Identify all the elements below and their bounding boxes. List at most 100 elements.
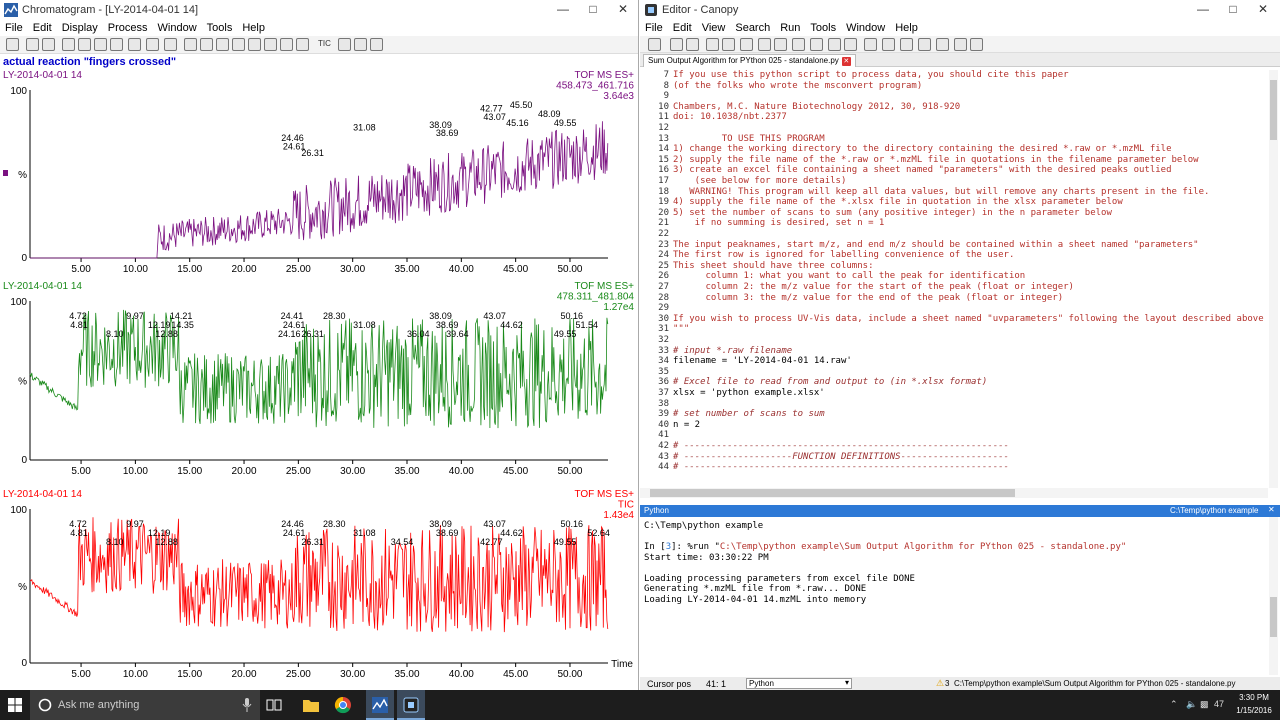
editor-tool-14-icon[interactable] (882, 38, 895, 51)
tray-network-icon[interactable]: ▩ (1200, 699, 1209, 710)
chromatogram-tool-8-icon[interactable] (128, 38, 141, 51)
chromatogram-tool-12-icon[interactable] (200, 38, 213, 51)
console-scrollbar[interactable] (1269, 517, 1278, 675)
x-tick-label: 50.00 (557, 264, 582, 275)
microphone-icon[interactable] (242, 698, 252, 712)
code-editor[interactable]: 7 If you use this python script to proces… (640, 68, 1268, 488)
line-number: 24 (658, 250, 669, 261)
editor-tool-16-icon[interactable] (918, 38, 931, 51)
chromatogram-tool-18-icon[interactable] (296, 38, 309, 51)
editor-tool-7-icon[interactable] (758, 38, 771, 51)
chromatogram-menu-edit[interactable]: Edit (28, 20, 57, 36)
editor-menu-help[interactable]: Help (890, 20, 923, 36)
maximize-button[interactable]: □ (578, 2, 608, 18)
editor-menu-file[interactable]: File (640, 20, 668, 36)
editor-tool-17-icon[interactable] (936, 38, 949, 51)
editor-tool-9-icon[interactable] (792, 38, 805, 51)
chromatogram-tool-14-icon[interactable] (232, 38, 245, 51)
tab-close-icon[interactable]: ✕ (841, 57, 851, 66)
editor-tool-19-icon[interactable] (970, 38, 983, 51)
editor-titlebar[interactable]: Editor - Canopy — □ ✕ (640, 0, 1280, 20)
cortana-search-box[interactable]: Ask me anything (30, 690, 260, 720)
chromatogram-tool-10-icon[interactable] (164, 38, 177, 51)
code-line: column 3: the m/z value for the end of t… (673, 292, 1064, 303)
chromatogram-titlebar[interactable]: Chromatogram - [LY-2014-04-01 14] — □ ✕ (0, 0, 638, 20)
editor-menu-run[interactable]: Run (775, 20, 805, 36)
file-explorer-icon[interactable] (302, 697, 320, 713)
editor-tool-2-icon[interactable] (670, 38, 683, 51)
editor-menu-window[interactable]: Window (841, 20, 890, 36)
chromatogram-tool-20-icon[interactable] (354, 38, 367, 51)
close-button[interactable]: ✕ (608, 2, 638, 18)
line-number: 41 (658, 430, 669, 441)
chromatogram-tool-15-icon[interactable] (248, 38, 261, 51)
chromatogram-tool-13-icon[interactable] (216, 38, 229, 51)
editor-tool-11-icon[interactable] (828, 38, 841, 51)
editor-tool-10-icon[interactable] (810, 38, 823, 51)
line-number: 33 (658, 345, 669, 356)
task-view-icon[interactable] (266, 698, 282, 712)
chromatogram-tool-4-icon[interactable] (62, 38, 75, 51)
peak-label: 26.31 (301, 537, 324, 547)
python-console[interactable]: C:\Temp\python example In [3]: %run "C:\T… (640, 517, 1268, 675)
editor-tool-1-icon[interactable] (648, 38, 661, 51)
language-select[interactable]: Python ▾ (746, 678, 852, 689)
chromatogram-tool-1-icon[interactable] (6, 38, 19, 51)
line-number: 10 (658, 101, 669, 112)
editor-menu-edit[interactable]: Edit (668, 20, 697, 36)
editor-tool-12-icon[interactable] (844, 38, 857, 51)
chromatogram-tool-2-icon[interactable] (26, 38, 39, 51)
chromatogram-tool-17-icon[interactable] (280, 38, 293, 51)
editor-tool-3-icon[interactable] (686, 38, 699, 51)
chromatogram-menu-display[interactable]: Display (57, 20, 103, 36)
chromatogram-tool-6-icon[interactable] (94, 38, 107, 51)
chromatogram-tool-11-icon[interactable] (184, 38, 197, 51)
chromatogram-menu-window[interactable]: Window (153, 20, 202, 36)
tray-volume-icon[interactable]: 🔈 (1186, 699, 1197, 710)
chart-panel-2: LY-2014-04-01 14 TOF MS ES+478.311_481.80… (3, 281, 634, 477)
editor-maximize-button[interactable]: □ (1218, 2, 1248, 18)
chromatogram-tool-7-icon[interactable] (110, 38, 123, 51)
chromatogram-menu-file[interactable]: File (0, 20, 28, 36)
clock-date[interactable]: 1/15/2016 (1234, 706, 1274, 715)
tray-number: 47 (1214, 699, 1225, 709)
taskbar-app-chromatogram[interactable] (366, 690, 394, 720)
minimize-button[interactable]: — (548, 2, 578, 18)
chromatogram-tool-19-icon[interactable] (338, 38, 351, 51)
chromatogram-tool-16-icon[interactable] (264, 38, 277, 51)
clock-time[interactable]: 3:30 PM (1234, 693, 1274, 702)
chromatogram-menu-process[interactable]: Process (103, 20, 153, 36)
editor-menu-search[interactable]: Search (730, 20, 775, 36)
code-line: (of the folks who wrote the msconvert pr… (673, 80, 923, 91)
editor-tool-13-icon[interactable] (864, 38, 877, 51)
chromatogram-tool-5-icon[interactable] (78, 38, 91, 51)
editor-tool-15-icon[interactable] (900, 38, 913, 51)
chromatogram-tool-9-icon[interactable] (146, 38, 159, 51)
editor-close-button[interactable]: ✕ (1248, 2, 1278, 18)
code-horizontal-scrollbar[interactable] (640, 488, 1268, 498)
chromatogram-tool-3-icon[interactable] (42, 38, 55, 51)
editor-file-tab[interactable]: Sum Output Algorithm for PYthon 025 - st… (643, 54, 856, 67)
windows-start-icon[interactable] (8, 698, 22, 712)
python-panel-close-icon[interactable]: ✕ (1268, 505, 1275, 514)
editor-tool-8-icon[interactable] (774, 38, 787, 51)
chrome-icon[interactable] (334, 696, 352, 714)
chromatogram-menu-tools[interactable]: Tools (202, 20, 238, 36)
editor-tool-4-icon[interactable] (706, 38, 719, 51)
peak-label: 31.08 (353, 528, 376, 538)
editor-menu-tools[interactable]: Tools (805, 20, 841, 36)
peak-label: 14.35 (171, 320, 194, 330)
editor-menu-view[interactable]: View (697, 20, 731, 36)
taskbar-app-canopy[interactable] (397, 690, 425, 720)
editor-minimize-button[interactable]: — (1188, 2, 1218, 18)
editor-tool-6-icon[interactable] (740, 38, 753, 51)
chart-info-label: TOF MS ES+ (574, 70, 634, 81)
chart-sample-label: LY-2014-04-01 14 (3, 70, 82, 81)
tic-button[interactable]: TIC (318, 39, 331, 48)
code-vertical-scrollbar[interactable] (1269, 70, 1278, 488)
editor-tool-5-icon[interactable] (722, 38, 735, 51)
chromatogram-tool-21-icon[interactable] (370, 38, 383, 51)
editor-tool-18-icon[interactable] (954, 38, 967, 51)
tray-chevron-icon[interactable]: ⌃ (1170, 699, 1178, 710)
chromatogram-menu-help[interactable]: Help (237, 20, 270, 36)
